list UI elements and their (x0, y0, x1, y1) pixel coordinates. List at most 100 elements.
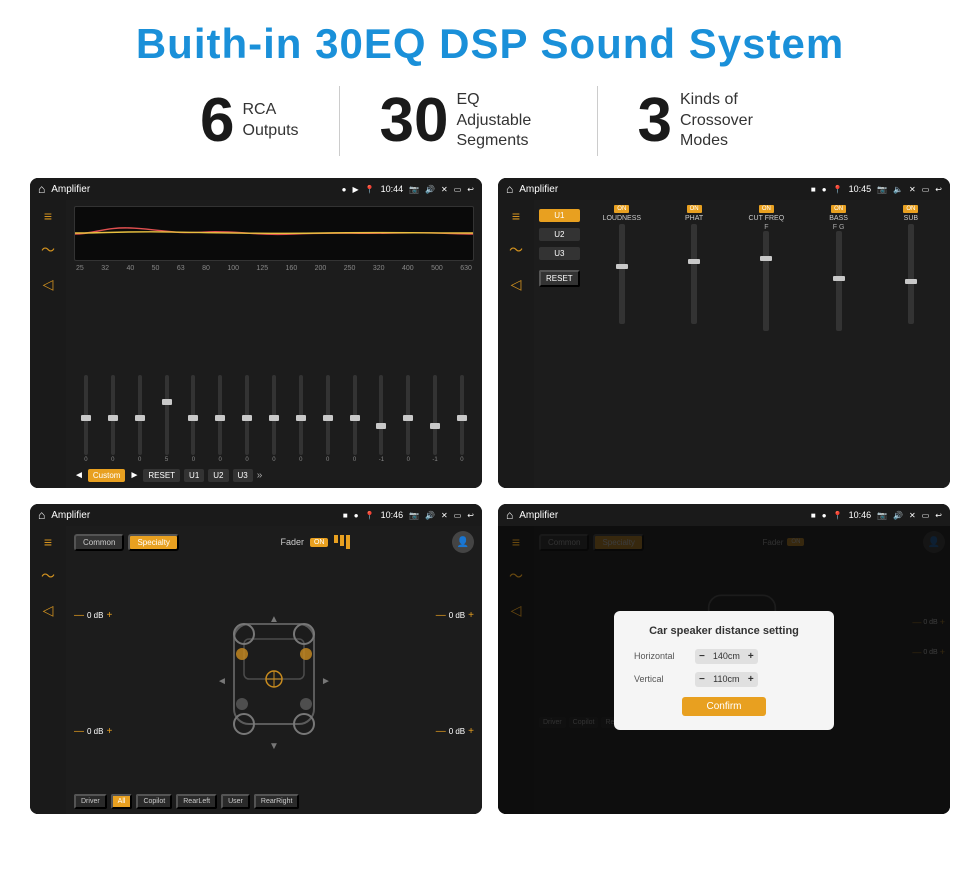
vertical-row: Vertical − 110cm + (634, 672, 814, 687)
eq-slider-12[interactable]: 0 (396, 375, 420, 463)
screen-content-3: ≡ 〜 ◁ Common Specialty Fader ON (30, 526, 482, 814)
cutfreq-slider[interactable] (763, 231, 769, 331)
eq-slider-14[interactable]: 0 (450, 375, 474, 463)
svg-text:▼: ▼ (269, 741, 279, 752)
bass-on[interactable]: ON (831, 205, 846, 213)
wave-icon-3[interactable]: 〜 (41, 566, 55, 586)
fader-on-badge[interactable]: ON (310, 538, 329, 547)
eq-slider-5[interactable]: 0 (208, 375, 232, 463)
pin-icon-1: 📍 (365, 185, 375, 194)
wave-icon-2[interactable]: 〜 (509, 240, 523, 260)
u3-btn-1[interactable]: U3 (233, 469, 253, 482)
rearright-btn[interactable]: RearRight (254, 794, 300, 809)
db-minus-rr[interactable]: — (436, 726, 446, 737)
custom-btn[interactable]: Custom (88, 469, 126, 482)
screen-content-1: ≡ 〜 ◁ 25 32 40 50 (30, 200, 482, 488)
eq-slider-4[interactable]: 0 (181, 375, 205, 463)
channel-cutfreq: ON CUT FREQ F (732, 205, 800, 483)
balance-tabs: Common Specialty (74, 534, 179, 551)
eq-icon-3[interactable]: ≡ (44, 534, 52, 550)
phat-on[interactable]: ON (687, 205, 702, 213)
horizontal-plus[interactable]: + (748, 651, 754, 662)
rearleft-btn[interactable]: RearLeft (176, 794, 217, 809)
vertical-minus[interactable]: − (699, 674, 705, 685)
channel-bass: ON BASS F G (804, 205, 872, 483)
eq-slider-11[interactable]: -1 (369, 375, 393, 463)
eq-slider-2[interactable]: 0 (128, 375, 152, 463)
screen-balance: ⌂ Amplifier ■ ● 📍 10:46 📷 🔊 ✕ ▭ ↩ ≡ 〜 ◁ (30, 504, 482, 814)
clock-3: 10:46 (381, 510, 404, 520)
status-bar-1: ⌂ Amplifier ● ▶ 📍 10:44 📷 🔊 ✕ ▭ ↩ (30, 178, 482, 200)
prev-arrow[interactable]: ◄ (74, 470, 84, 481)
u2-btn-1[interactable]: U2 (208, 469, 228, 482)
reset-btn-1[interactable]: RESET (143, 469, 180, 482)
eq-slider-13[interactable]: -1 (423, 375, 447, 463)
dot2-icon-2: ● (822, 185, 827, 194)
fader-label: Fader (280, 537, 304, 547)
clock-4: 10:46 (849, 510, 872, 520)
eq-slider-3[interactable]: 5 (155, 375, 179, 463)
u1-preset[interactable]: U1 (539, 209, 580, 222)
eq-slider-0[interactable]: 0 (74, 375, 98, 463)
all-btn[interactable]: All (111, 794, 133, 809)
bass-label: BASS (829, 215, 848, 222)
distance-dialog: Car speaker distance setting Horizontal … (614, 611, 834, 730)
channel-phat: ON PHAT (660, 205, 728, 483)
pin-icon-4: 📍 (833, 511, 843, 520)
rect-icon-4: ▭ (922, 511, 930, 520)
db-plus-rl[interactable]: + (106, 726, 112, 737)
u2-preset[interactable]: U2 (539, 228, 580, 241)
eq-slider-8[interactable]: 0 (289, 375, 313, 463)
side-icons-1: ≡ 〜 ◁ (30, 200, 66, 488)
eq-slider-7[interactable]: 0 (262, 375, 286, 463)
db-plus-fr[interactable]: + (468, 610, 474, 621)
vertical-plus[interactable]: + (748, 674, 754, 685)
speaker-icon[interactable]: ◁ (43, 276, 54, 293)
screen-content-2: ≡ 〜 ◁ U1 U2 U3 RESET ON (498, 200, 950, 488)
eq-slider-10[interactable]: 0 (343, 375, 367, 463)
car-diagram-svg: ▲ ▼ ◄ ► (214, 594, 334, 754)
speaker-icon-3[interactable]: ◁ (43, 602, 54, 619)
db-plus-rr[interactable]: + (468, 726, 474, 737)
common-tab[interactable]: Common (74, 534, 124, 551)
user-btn[interactable]: User (221, 794, 250, 809)
reset-btn-2[interactable]: RESET (539, 270, 580, 287)
u3-preset[interactable]: U3 (539, 247, 580, 260)
db-minus-fr[interactable]: — (436, 610, 446, 621)
status-bar-2: ⌂ Amplifier ■ ● 📍 10:45 📷 🔈 ✕ ▭ ↩ (498, 178, 950, 200)
home-icon-3: ⌂ (38, 508, 45, 522)
eq-icon-2[interactable]: ≡ (512, 208, 520, 224)
eq-slider-1[interactable]: 0 (101, 375, 125, 463)
phat-slider[interactable] (691, 224, 697, 324)
loudness-slider[interactable] (619, 224, 625, 324)
driver-btn[interactable]: Driver (74, 794, 107, 809)
u1-btn-1[interactable]: U1 (184, 469, 204, 482)
vertical-label: Vertical (634, 674, 689, 684)
speaker-icon-2[interactable]: ◁ (511, 276, 522, 293)
screen-distance: ⌂ Amplifier ■ ● 📍 10:46 📷 🔊 ✕ ▭ ↩ ≡ 〜 ◁ (498, 504, 950, 814)
play-icon-1: ▶ (352, 185, 358, 194)
stat-crossover: 3 Kinds ofCrossover Modes (598, 90, 820, 152)
rect-icon-1: ▭ (454, 185, 462, 194)
wave-icon[interactable]: 〜 (41, 240, 55, 260)
channel-sub: ON SUB (877, 205, 945, 483)
db-minus-fl[interactable]: — (74, 610, 84, 621)
sub-slider[interactable] (908, 224, 914, 324)
db-plus-fl[interactable]: + (106, 610, 112, 621)
eq-icon[interactable]: ≡ (44, 208, 52, 224)
status-title-3: Amplifier (51, 510, 337, 521)
profile-icon-3[interactable]: 👤 (452, 531, 474, 553)
db-minus-rl[interactable]: — (74, 726, 84, 737)
bass-slider[interactable] (836, 231, 842, 331)
copilot-btn[interactable]: Copilot (136, 794, 172, 809)
next-arrow[interactable]: ► (129, 470, 139, 481)
eq-slider-9[interactable]: 0 (316, 375, 340, 463)
loudness-on[interactable]: ON (614, 205, 629, 213)
confirm-button[interactable]: Confirm (682, 697, 765, 716)
eq-slider-6[interactable]: 0 (235, 375, 259, 463)
specialty-tab[interactable]: Specialty (128, 534, 178, 551)
sub-on[interactable]: ON (903, 205, 918, 213)
horizontal-minus[interactable]: − (699, 651, 705, 662)
loudness-label: LOUDNESS (603, 215, 642, 222)
cutfreq-on[interactable]: ON (759, 205, 774, 213)
